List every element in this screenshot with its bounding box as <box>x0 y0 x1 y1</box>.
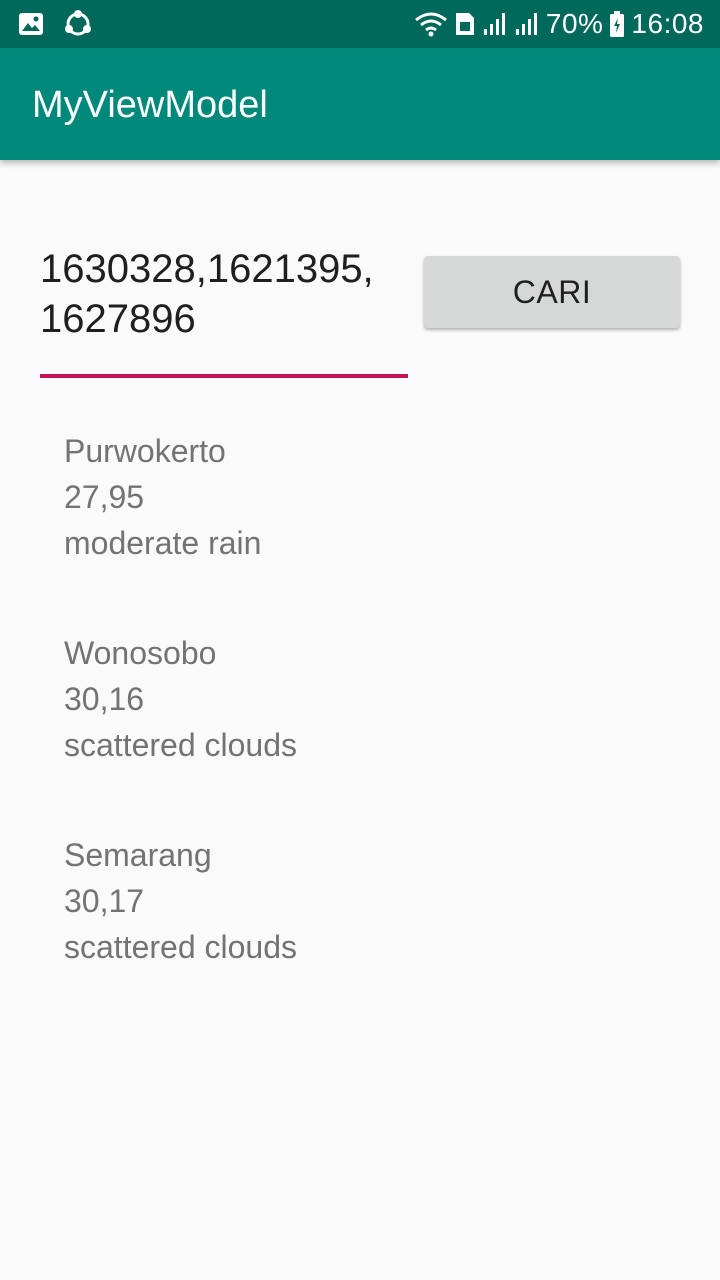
search-button[interactable]: CARI <box>424 256 680 328</box>
signal-icon-2 <box>515 13 537 35</box>
signal-icon <box>483 13 505 35</box>
wifi-icon <box>414 12 447 37</box>
temperature: 27,95 <box>64 479 145 515</box>
list-item: Purwokerto 27,95 moderate rain <box>64 428 664 566</box>
city-name: Purwokerto <box>64 433 226 469</box>
weather-description: moderate rain <box>64 525 262 561</box>
battery-percent: 70% <box>545 8 604 39</box>
city-name: Semarang <box>64 837 212 873</box>
app-bar: MyViewModel <box>0 48 720 160</box>
status-bar-notifications <box>18 10 92 38</box>
app-title: MyViewModel <box>32 84 268 126</box>
sync-icon <box>65 10 91 36</box>
list-item: Wonosobo 30,16 scattered clouds <box>64 630 664 768</box>
list-item: Semarang 30,17 scattered clouds <box>64 832 664 970</box>
status-bar: 70% 16:08 <box>0 0 720 48</box>
status-bar-system: 70% 16:08 <box>414 6 704 42</box>
city-id-input[interactable]: 1630328,1621395, 1627896 <box>40 238 408 378</box>
weather-description: scattered clouds <box>64 929 298 965</box>
city-name: Wonosobo <box>64 635 217 671</box>
temperature: 30,17 <box>64 883 145 919</box>
weather-result-list: Purwokerto 27,95 moderate rain Wonosobo … <box>64 428 664 1034</box>
image-icon <box>19 13 43 35</box>
clock: 16:08 <box>631 8 704 39</box>
weather-description: scattered clouds <box>64 727 298 763</box>
temperature: 30,16 <box>64 681 145 717</box>
sim-card-icon <box>455 13 474 35</box>
battery-icon <box>610 11 625 37</box>
